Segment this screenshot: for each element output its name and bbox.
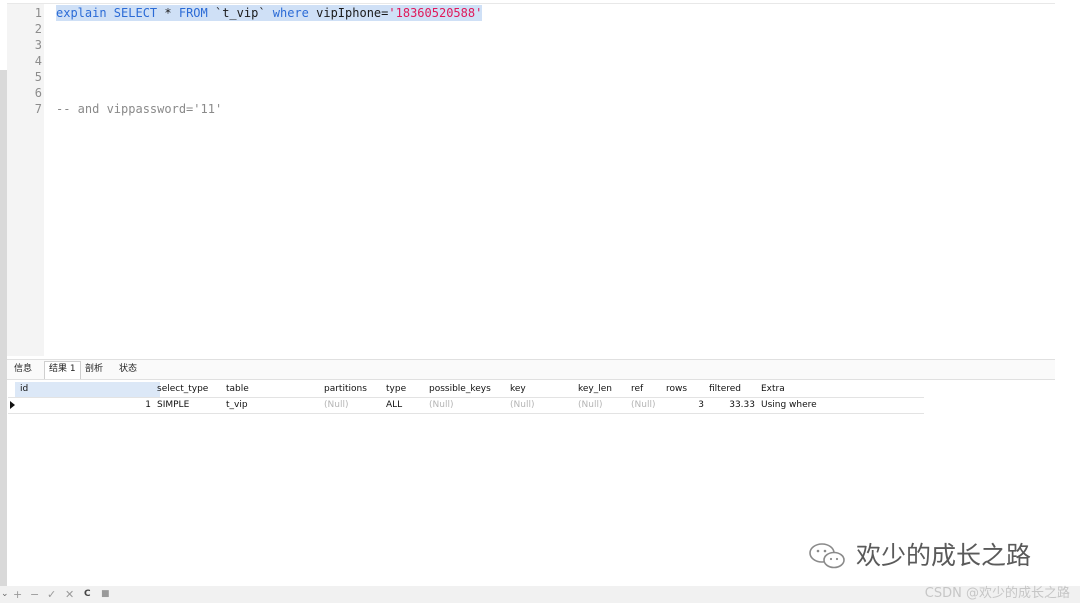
code-token: -- and vippassword='11' (56, 102, 223, 116)
table-cell[interactable]: (Null) (631, 398, 661, 413)
column-header-extra[interactable]: Extra (761, 382, 921, 397)
line-number: 4 (34, 54, 42, 68)
code-token: where (272, 6, 309, 20)
refresh-icon[interactable]: C (84, 587, 91, 602)
table-cell[interactable]: (Null) (324, 398, 381, 413)
line-number: 2 (34, 22, 42, 36)
add-icon[interactable]: + (13, 587, 22, 602)
editor-top-border (7, 3, 1055, 4)
line-number: 7 (34, 102, 42, 116)
result-tab-bar: 信息 结果 1 剖析 状态 (7, 359, 1055, 380)
wechat-logo-icon (809, 543, 845, 569)
column-header-select-type[interactable]: select_type (157, 382, 225, 397)
table-cell[interactable]: 33.33 (709, 398, 755, 413)
table-cell[interactable]: (Null) (429, 398, 505, 413)
cancel-icon[interactable]: ✕ (65, 587, 74, 602)
table-cell[interactable]: Using where (761, 398, 917, 413)
column-header-partitions[interactable]: partitions (324, 382, 385, 397)
table-cell[interactable]: 3 (666, 398, 704, 413)
resize-grip-icon: ⌄ (1, 589, 9, 599)
line-number: 6 (34, 86, 42, 100)
table-cell[interactable]: SIMPLE (157, 398, 221, 413)
table-cell[interactable]: 1 (20, 398, 151, 413)
table-cell[interactable]: ALL (386, 398, 424, 413)
column-header-key[interactable]: key (510, 382, 577, 397)
column-header-table[interactable]: table (226, 382, 323, 397)
sql-editor[interactable] (7, 0, 1055, 356)
current-row-indicator-icon (10, 401, 15, 409)
column-header-id[interactable]: id (15, 382, 160, 397)
column-header-key-len[interactable]: key_len (578, 382, 630, 397)
remove-icon[interactable]: − (30, 587, 39, 602)
code-token: vipIphone= (308, 6, 389, 20)
code-text[interactable]: -- and vippassword='11' (56, 101, 222, 117)
column-header-possible-keys[interactable]: possible_keys (429, 382, 509, 397)
column-header-filtered[interactable]: filtered (709, 382, 759, 397)
column-header-type[interactable]: type (386, 382, 428, 397)
watermark-text: 欢少的成长之路 (856, 541, 1032, 570)
left-panel-border (0, 70, 7, 590)
tab-info[interactable]: 信息 (10, 362, 36, 377)
stop-icon[interactable]: ■ (101, 587, 110, 602)
check-icon[interactable]: ✓ (47, 587, 56, 602)
table-cell[interactable]: (Null) (578, 398, 626, 413)
grid-header-row: id select_type table partitions type possible… (7, 382, 927, 397)
tab-profile[interactable]: 剖析 (81, 362, 107, 377)
code-token: `t_vip` (207, 6, 273, 20)
column-header-ref[interactable]: ref (631, 382, 665, 397)
code-token: '18360520588' (388, 6, 483, 20)
csdn-watermark: CSDN @欢少的成长之路 (924, 586, 1070, 601)
code-token: FROM (178, 6, 208, 20)
tab-status[interactable]: 状态 (115, 362, 141, 377)
table-row[interactable]: 1 SIMPLE t_vip (Null) ALL (Null) (Null) (Null) (… (7, 398, 927, 413)
code-token: explain SELECT (56, 6, 158, 20)
column-header-rows[interactable]: rows (666, 382, 708, 397)
line-number: 5 (34, 70, 42, 84)
line-number: 3 (34, 38, 42, 52)
code-token: * (157, 6, 179, 20)
code-text[interactable]: explain SELECT * FROM `t_vip` where vipI… (56, 5, 483, 21)
bottom-toolbar: ⌄ + − ✓ ✕ C ■ (0, 586, 1080, 603)
table-cell[interactable]: t_vip (226, 398, 319, 413)
table-cell[interactable]: (Null) (510, 398, 573, 413)
tab-result-1[interactable]: 结果 1 (44, 361, 81, 379)
header-divider (8, 397, 924, 398)
row-divider (8, 413, 924, 414)
line-number: 1 (34, 6, 42, 20)
